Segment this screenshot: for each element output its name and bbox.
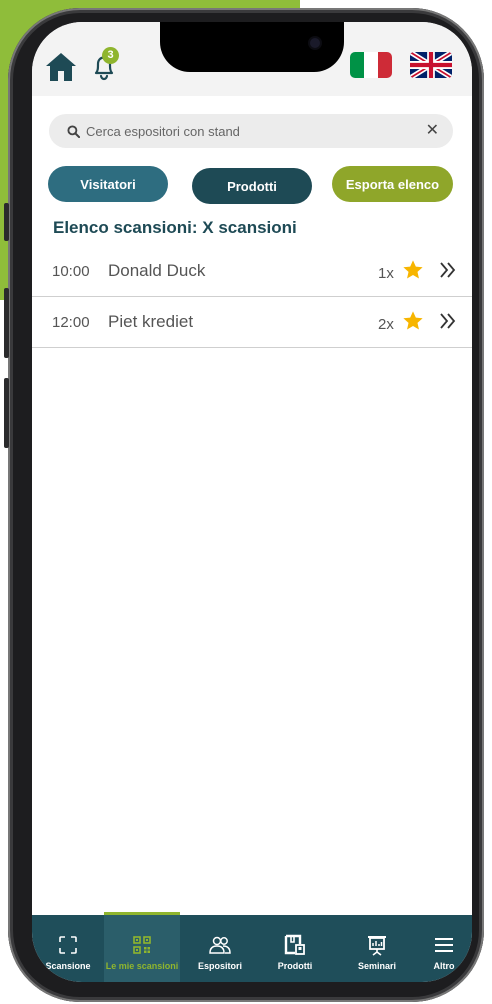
tab-my-scans[interactable]: Le mie scansioni [104, 912, 180, 982]
bottom-navigation: Scansione Le mie scansioni Espositori Pr… [32, 912, 472, 982]
scan-time: 10:00 [52, 263, 90, 280]
notifications-button[interactable]: 3 [88, 47, 120, 82]
tab-more[interactable]: Altro [416, 915, 472, 982]
clear-search-icon[interactable]: ✕ [426, 123, 439, 139]
top-bar: 3 [32, 22, 472, 96]
star-icon[interactable] [402, 259, 424, 281]
export-list-button[interactable]: Esporta elenco [332, 166, 453, 202]
scan-count: 2x [378, 316, 394, 333]
visitors-filter-button[interactable]: Visitatori [48, 166, 168, 202]
qr-code-icon [133, 936, 151, 954]
tab-products[interactable]: Prodotti [258, 915, 332, 982]
star-icon[interactable] [402, 310, 424, 332]
double-chevron-right-icon[interactable] [439, 311, 457, 331]
tab-label: Le mie scansioni [105, 961, 179, 971]
search-icon [67, 124, 80, 138]
volume-up-button [4, 288, 9, 358]
volume-down-button [4, 378, 9, 448]
product-box-icon [284, 934, 305, 955]
device-notch [160, 22, 344, 72]
tab-exhibitors[interactable]: Espositori [182, 915, 258, 982]
tab-label: Espositori [197, 961, 242, 971]
home-icon[interactable] [45, 52, 77, 82]
scan-name: Donald Duck [108, 261, 206, 280]
tab-label: Altro [433, 961, 455, 971]
mute-switch [4, 203, 9, 241]
flag-stripe-white [364, 52, 378, 78]
front-camera [310, 38, 320, 48]
menu-icon [435, 938, 453, 952]
app-screen: 3 ✕ Visitatori Prodotti Esporta elenco E… [32, 22, 472, 982]
double-chevron-right-icon[interactable] [439, 260, 457, 280]
scan-row[interactable]: 10:00 Donald Duck 1x [32, 248, 472, 297]
presentation-icon [368, 936, 386, 956]
products-filter-button[interactable]: Prodotti [192, 168, 312, 204]
notification-count-badge: 3 [102, 47, 119, 64]
tab-label: Seminari [357, 961, 397, 971]
italian-flag-button[interactable] [350, 52, 392, 78]
uk-flag-button[interactable] [410, 52, 452, 78]
scan-time: 12:00 [52, 314, 90, 331]
scan-row[interactable]: 12:00 Piet krediet 2x [32, 299, 472, 348]
tab-seminars[interactable]: Seminari [340, 915, 414, 982]
tab-scan[interactable]: Scansione [32, 915, 104, 982]
tab-label: Scansione [45, 961, 91, 971]
scan-frame-icon [59, 936, 77, 954]
scan-count: 1x [378, 265, 394, 282]
search-bar: ✕ [49, 114, 453, 148]
scan-list-title: Elenco scansioni: X scansioni [53, 218, 297, 237]
search-input[interactable] [84, 122, 426, 140]
flag-stripe-red [378, 52, 392, 78]
users-icon [209, 936, 231, 954]
tab-label: Prodotti [277, 961, 313, 971]
flag-stripe-green [350, 52, 364, 78]
scan-name: Piet krediet [108, 312, 194, 331]
